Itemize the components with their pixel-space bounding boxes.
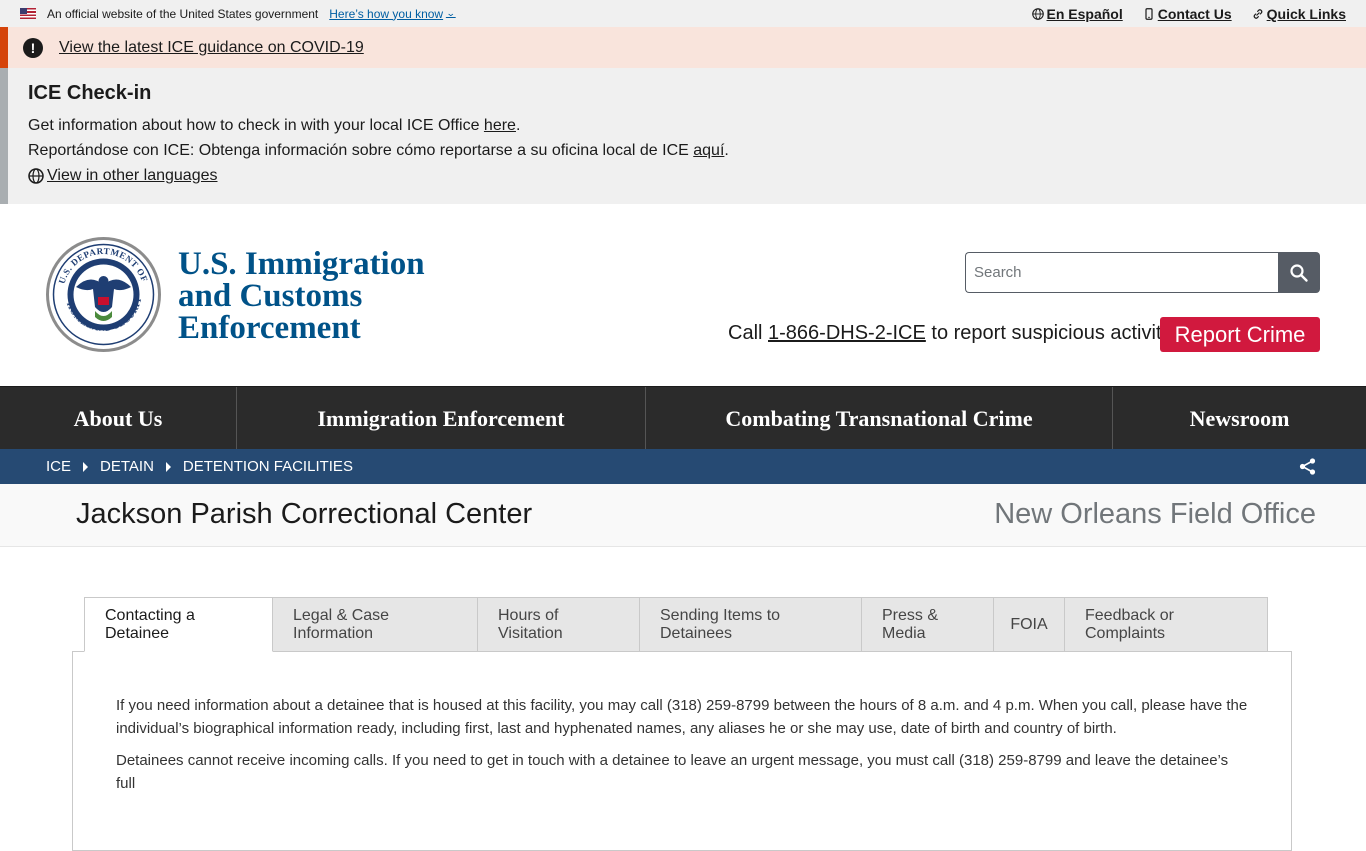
breadcrumb-detain[interactable]: DETAIN <box>100 458 154 475</box>
agency-name[interactable]: U.S. Immigration and Customs Enforcement <box>178 246 425 346</box>
en-espanol-label: En Español <box>1046 5 1123 22</box>
facility-title-bar: Jackson Parish Correctional Center New O… <box>0 484 1366 547</box>
quick-links-label: Quick Links <box>1266 5 1346 22</box>
alert-icon: ! <box>23 37 43 58</box>
checkin-line2-end: . <box>724 142 729 159</box>
heres-how-you-know-link[interactable]: Here’s how you know ⌄ <box>329 6 456 21</box>
nav-item-combating-transnational-crime[interactable]: Combating Transnational Crime <box>646 387 1113 450</box>
checkin-languages: View in other languages <box>28 163 1366 192</box>
share-icon[interactable] <box>1299 458 1316 475</box>
globe-icon <box>28 167 44 184</box>
covid-alert: ! View the latest ICE guidance on COVID-… <box>0 27 1366 68</box>
site-header: U.S. DEPARTMENT OF HOMELAND SECURITY U.S… <box>0 204 1366 386</box>
agency-name-line1: U.S. Immigration <box>178 246 425 282</box>
globe-icon <box>1031 7 1044 20</box>
tab-feedback-or-complaints[interactable]: Feedback or Complaints <box>1065 597 1268 652</box>
covid-guidance-link[interactable]: View the latest ICE guidance on COVID-19 <box>59 39 364 57</box>
panel-paragraph: Detainees cannot receive incoming calls.… <box>116 752 1229 792</box>
breadcrumb: ICE DETAIN DETENTION FACILITIES <box>0 449 1366 484</box>
checkin-title: ICE Check-in <box>28 82 152 104</box>
tipline-phone-link[interactable]: 1-866-DHS-2-ICE <box>768 322 926 344</box>
main-navigation: About Us Immigration Enforcement Combati… <box>0 386 1366 450</box>
tab-contacting-a-detainee[interactable]: Contacting a Detainee <box>84 597 273 652</box>
call-prefix: Call <box>728 322 769 344</box>
call-suffix: to report suspicious activity <box>925 322 1172 344</box>
tab-press-media[interactable]: Press & Media <box>862 597 994 652</box>
contact-us-link[interactable]: Contact Us <box>1143 6 1232 22</box>
page-title: Jackson Parish Correctional Center <box>76 498 533 530</box>
heres-how-you-know-label: Here’s how you know <box>329 6 444 21</box>
tab-foia[interactable]: FOIA <box>994 597 1065 652</box>
ice-checkin-banner: ICE Check-in Get information about how t… <box>0 68 1366 204</box>
site-search <box>965 252 1320 293</box>
nav-item-immigration-enforcement[interactable]: Immigration Enforcement <box>237 387 646 450</box>
checkin-aqui-link[interactable]: aquí <box>693 142 724 159</box>
tab-hours-of-visitation[interactable]: Hours of Visitation <box>478 597 640 652</box>
link-icon <box>1253 8 1262 19</box>
tab-sending-items-to-detainees[interactable]: Sending Items to Detainees <box>640 597 862 652</box>
search-icon <box>1290 263 1308 282</box>
nav-item-newsroom[interactable]: Newsroom <box>1113 387 1366 450</box>
quick-links-link[interactable]: Quick Links <box>1252 6 1346 22</box>
dhs-seal-logo[interactable]: U.S. DEPARTMENT OF HOMELAND SECURITY <box>46 237 161 352</box>
agency-name-line3: Enforcement <box>178 310 361 346</box>
contact-us-label: Contact Us <box>1157 5 1232 22</box>
checkin-line-english: Get information about how to check in wi… <box>28 113 1366 138</box>
facility-tabs: Contacting a Detainee Legal & Case Infor… <box>72 597 1292 851</box>
us-flag-icon <box>20 8 36 19</box>
panel-paragraph: If you need information about a detainee… <box>116 697 1248 737</box>
nav-item-about-us[interactable]: About Us <box>0 387 237 450</box>
gov-banner: An official website of the United States… <box>0 0 1366 27</box>
other-languages-link[interactable]: View in other languages <box>47 163 218 188</box>
checkin-line2-text: Reportándose con ICE: Obtenga informació… <box>28 142 694 159</box>
tab-list: Contacting a Detainee Legal & Case Infor… <box>72 597 1292 652</box>
report-suspicious-activity: Call 1-866-DHS-2-ICE to report suspiciou… <box>728 322 1172 345</box>
breadcrumb-separator-icon <box>83 461 89 472</box>
breadcrumb-ice[interactable]: ICE <box>46 458 71 475</box>
chevron-down-icon: ⌄ <box>445 8 456 18</box>
agency-name-line2: and Customs <box>178 278 363 314</box>
breadcrumb-separator-icon <box>165 461 171 472</box>
report-crime-button[interactable]: Report Crime <box>1160 317 1320 352</box>
gov-banner-text: An official website of the United States… <box>47 6 319 21</box>
checkin-line1-text: Get information about how to check in wi… <box>28 117 484 134</box>
checkin-here-link[interactable]: here <box>484 117 516 134</box>
search-input[interactable] <box>965 252 1278 293</box>
breadcrumb-detention-facilities[interactable]: DETENTION FACILITIES <box>183 458 353 475</box>
field-office-label: New Orleans Field Office <box>994 498 1316 530</box>
tab-panel-contacting-a-detainee: If you need information about a detainee… <box>72 651 1292 851</box>
en-espanol-link[interactable]: En Español <box>1031 5 1123 22</box>
checkin-line-spanish: Reportándose con ICE: Obtenga informació… <box>28 138 1366 163</box>
checkin-line1-end: . <box>515 117 521 134</box>
search-button[interactable] <box>1278 252 1320 293</box>
utility-links: En Español Contact Us Quick Links <box>1031 0 1346 27</box>
phone-icon <box>1145 7 1153 20</box>
tab-legal-case-information[interactable]: Legal & Case Information <box>273 597 478 652</box>
